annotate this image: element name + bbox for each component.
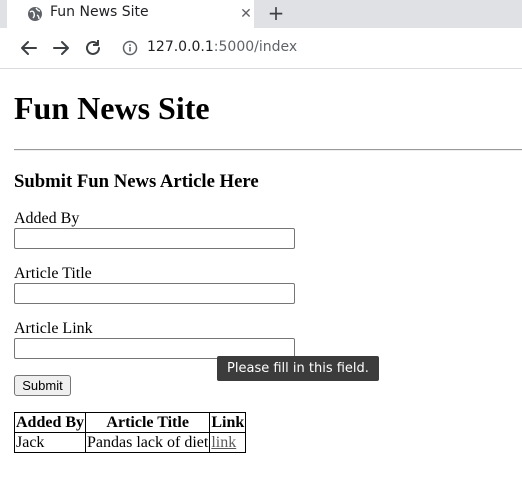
address-bar[interactable]: 127.0.0.1:5000/index bbox=[147, 39, 297, 55]
url-host: 127.0.0.1 bbox=[147, 39, 214, 55]
url-path: :5000/index bbox=[213, 39, 298, 55]
column-header-added-by: Added By bbox=[13, 412, 87, 433]
table-row: Jack Pandas lack of diet link bbox=[13, 432, 247, 453]
close-tab-icon[interactable]: ✕ bbox=[237, 5, 255, 23]
back-arrow-icon[interactable] bbox=[18, 37, 40, 59]
page-title: Fun News Site bbox=[14, 90, 210, 126]
reload-icon[interactable] bbox=[82, 37, 104, 59]
submit-button[interactable]: Submit bbox=[14, 375, 71, 396]
tab-strip: Fun News Site ✕ + bbox=[0, 0, 522, 28]
new-tab-button[interactable]: + bbox=[266, 3, 286, 23]
article-title-input[interactable] bbox=[14, 283, 295, 304]
column-header-article-title: Article Title bbox=[85, 412, 211, 433]
article-link[interactable]: link bbox=[211, 434, 236, 451]
forward-arrow-icon[interactable] bbox=[50, 37, 72, 59]
browser-toolbar: 127.0.0.1:5000/index bbox=[0, 28, 522, 69]
column-header-link: Link bbox=[209, 412, 247, 433]
cell-link: link bbox=[209, 432, 247, 453]
tab-fun-news-site[interactable]: Fun News Site ✕ bbox=[7, 0, 254, 28]
info-icon[interactable] bbox=[122, 40, 138, 56]
globe-icon bbox=[28, 7, 42, 21]
cell-article-title: Pandas lack of diet bbox=[85, 432, 211, 453]
tab-title: Fun News Site bbox=[50, 4, 149, 20]
validation-tooltip: Please fill in this field. bbox=[217, 356, 379, 381]
cell-added-by: Jack bbox=[13, 432, 87, 453]
added-by-label: Added By bbox=[14, 210, 80, 227]
horizontal-rule bbox=[14, 149, 522, 151]
page-content: Fun News Site Submit Fun News Article He… bbox=[0, 69, 522, 481]
form-heading: Submit Fun News Article Here bbox=[14, 171, 259, 192]
article-title-label: Article Title bbox=[14, 265, 92, 282]
browser-chrome: Fun News Site ✕ + 127.0.0.1:5000/index bbox=[0, 0, 522, 69]
added-by-input[interactable] bbox=[14, 228, 295, 249]
table-header-row: Added By Article Title Link bbox=[13, 412, 247, 433]
articles-table: Added By Article Title Link Jack Pandas … bbox=[13, 412, 247, 453]
article-link-label: Article Link bbox=[14, 320, 93, 337]
